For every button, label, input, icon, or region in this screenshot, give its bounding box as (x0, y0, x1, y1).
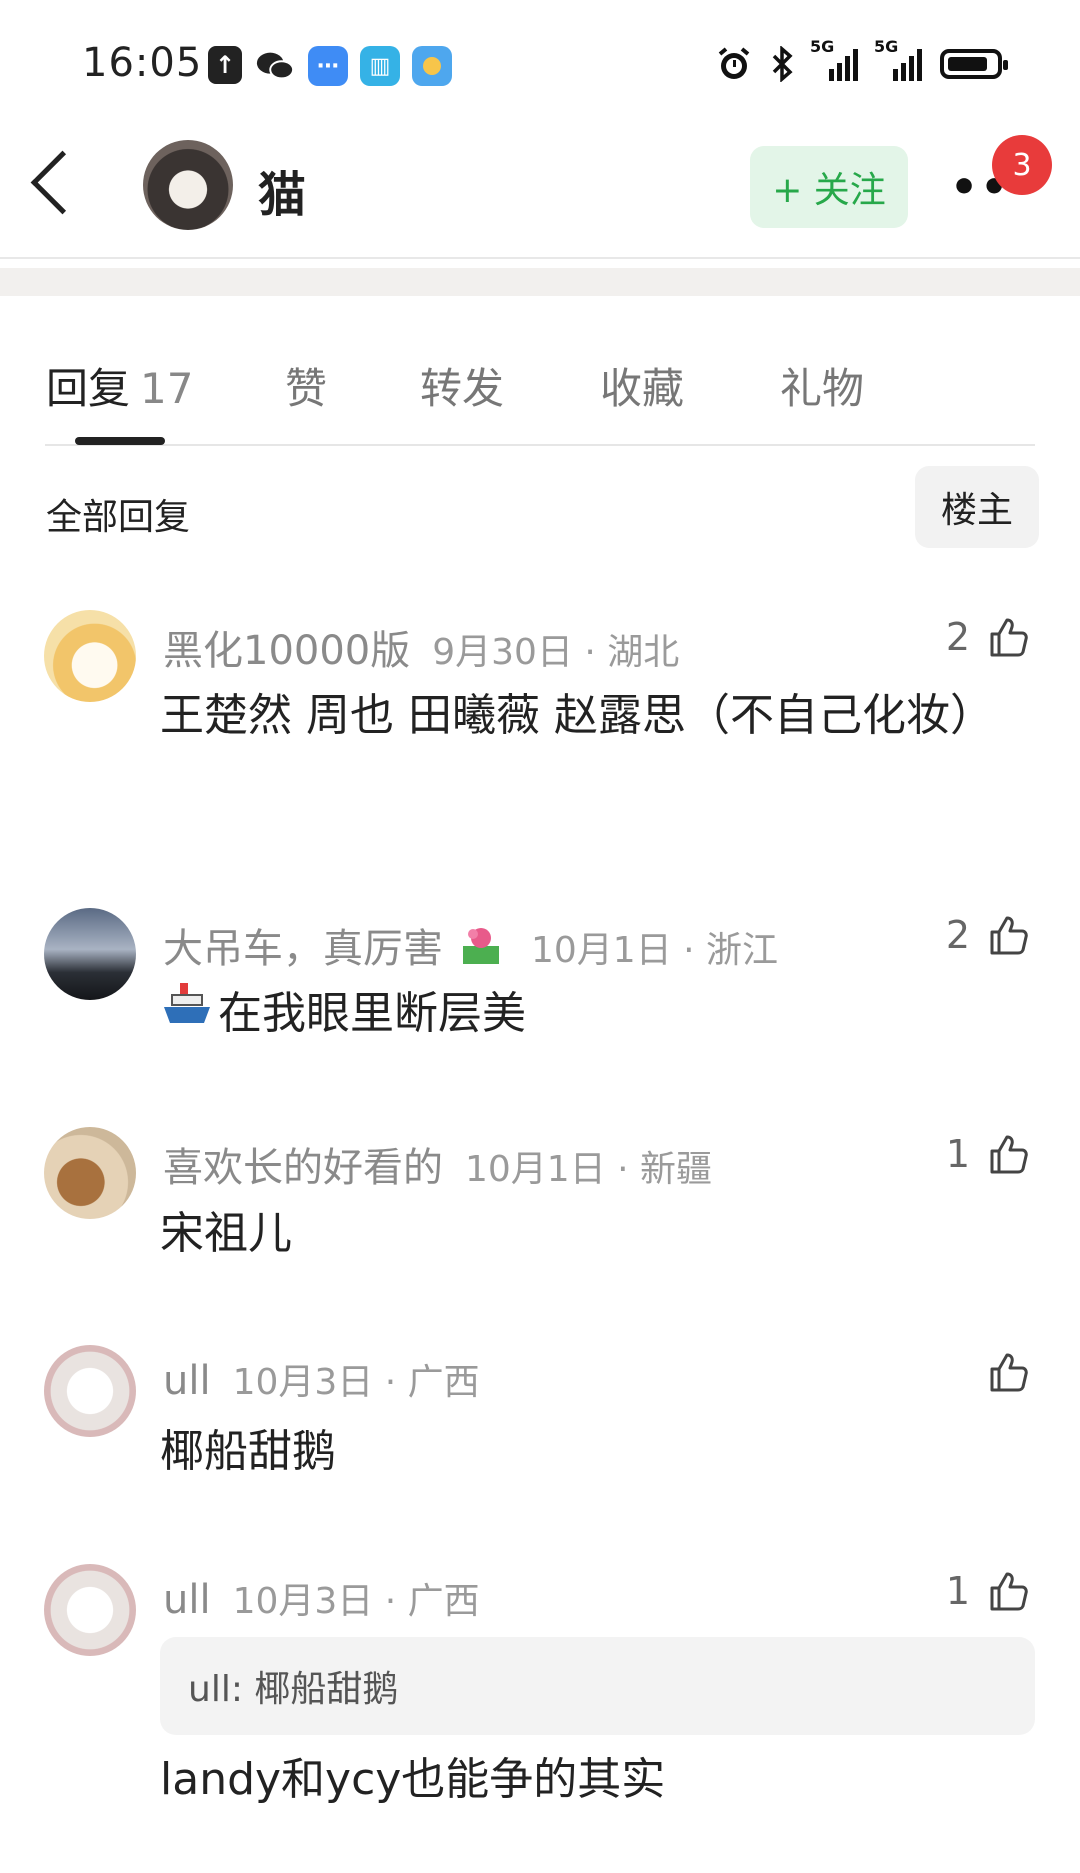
like-button[interactable]: 2 (946, 615, 1030, 659)
tab-gifts[interactable]: 礼物 (780, 355, 864, 416)
tab-likes[interactable]: 赞 (285, 355, 327, 416)
comment-username[interactable]: 黑化10000版 (163, 628, 410, 674)
comment-date-location: 10月3日 · 广西 (232, 1581, 480, 1622)
ship-emoji-icon (160, 977, 214, 1055)
thumbs-up-icon (990, 916, 1028, 955)
alarm-icon (718, 47, 750, 79)
like-button[interactable]: 1 (946, 1132, 1030, 1176)
comment-date-location: 10月1日 · 新疆 (465, 1149, 713, 1190)
op-only-button[interactable]: 楼主 (915, 466, 1039, 548)
comment-avatar[interactable] (44, 1127, 136, 1219)
filter-all-replies[interactable]: 全部回复 (46, 488, 190, 540)
tab-reposts[interactable]: 转发 (420, 355, 504, 416)
signal-icon: 5G (810, 37, 858, 81)
section-separator (0, 268, 1080, 296)
tab-replies-count: 17 (140, 364, 194, 413)
comment-username[interactable]: ull (163, 1358, 211, 1404)
battery-icon (940, 49, 1008, 79)
message-icon: ⋯ (308, 46, 348, 86)
comment-avatar[interactable] (44, 1345, 136, 1437)
like-count: 2 (945, 615, 970, 659)
tab-replies-label: 回复 (46, 364, 131, 413)
comment-text: landy和ycy也能争的其实 (160, 1754, 666, 1805)
comment-avatar[interactable] (44, 610, 136, 702)
comment-username[interactable]: 喜欢长的好看的 (163, 1145, 443, 1191)
active-tab-indicator (75, 437, 165, 445)
comment-text: 椰船甜鹅 (160, 1426, 336, 1477)
network-label-2: 5G (874, 37, 899, 56)
status-time: 16:05 (82, 40, 203, 86)
network-label-1: 5G (810, 37, 835, 56)
comment-avatar[interactable] (44, 1564, 136, 1656)
comment-meta: 大吊车，真厉害 10月1日 · 浙江 (163, 916, 778, 978)
thumbs-up-icon (990, 1135, 1028, 1174)
thumbs-up-icon (990, 1353, 1028, 1392)
comment-meta: ull 10月3日 · 广西 (163, 1572, 480, 1624)
comment-text: 宋祖儿 (160, 1208, 292, 1259)
upload-icon: ↑ (208, 46, 242, 84)
comment-meta: ull 10月3日 · 广西 (163, 1353, 480, 1405)
like-count: 1 (945, 1132, 970, 1176)
comment-meta: 黑化10000版 9月30日 · 湖北 (163, 618, 679, 676)
like-button[interactable]: 2 (946, 913, 1030, 957)
comment-date-location: 10月1日 · 浙江 (531, 930, 779, 971)
status-right-group: 5G 5G (716, 37, 1008, 82)
comment-avatar[interactable] (44, 908, 136, 1000)
quoted-reply[interactable]: ull: 椰船甜鹅 (160, 1637, 1035, 1735)
thumbs-up-icon (990, 1572, 1028, 1611)
tab-replies[interactable]: 回复 17 (46, 355, 193, 416)
back-arrow-icon[interactable] (30, 150, 95, 215)
like-button[interactable]: 1 (946, 1569, 1030, 1613)
comment-username[interactable]: ull (163, 1577, 211, 1623)
parrot-emoji-icon (459, 924, 503, 978)
thumbs-up-icon (990, 618, 1028, 657)
comment-meta: 喜欢长的好看的 10月1日 · 新疆 (163, 1135, 712, 1193)
author-avatar[interactable] (143, 140, 233, 230)
like-button[interactable] (970, 1350, 1030, 1394)
comment-text: 王楚然 周也 田曦薇 赵露思（不自己化妆） (160, 690, 994, 741)
page-title: 猫 (258, 167, 307, 223)
comment-text-row: 在我眼里断层美 (160, 976, 990, 1055)
like-count: 1 (945, 1569, 970, 1613)
comment-username[interactable]: 大吊车，真厉害 (163, 926, 443, 972)
tab-divider (45, 444, 1035, 446)
comment-text: 在我眼里断层美 (218, 988, 526, 1039)
book-icon: ▥ (360, 46, 400, 86)
header-divider (0, 257, 1080, 259)
comment-date-location: 10月3日 · 广西 (232, 1362, 480, 1403)
follow-button[interactable]: + 关注 (750, 146, 908, 228)
weather-icon (412, 46, 452, 86)
like-count: 2 (945, 913, 970, 957)
wechat-icon (255, 46, 295, 86)
bluetooth-icon (772, 46, 793, 82)
tab-favorites[interactable]: 收藏 (600, 355, 684, 416)
notification-badge: 3 (992, 135, 1052, 195)
signal-icon-2: 5G (874, 37, 922, 81)
comment-date-location: 9月30日 · 湖北 (432, 632, 680, 673)
